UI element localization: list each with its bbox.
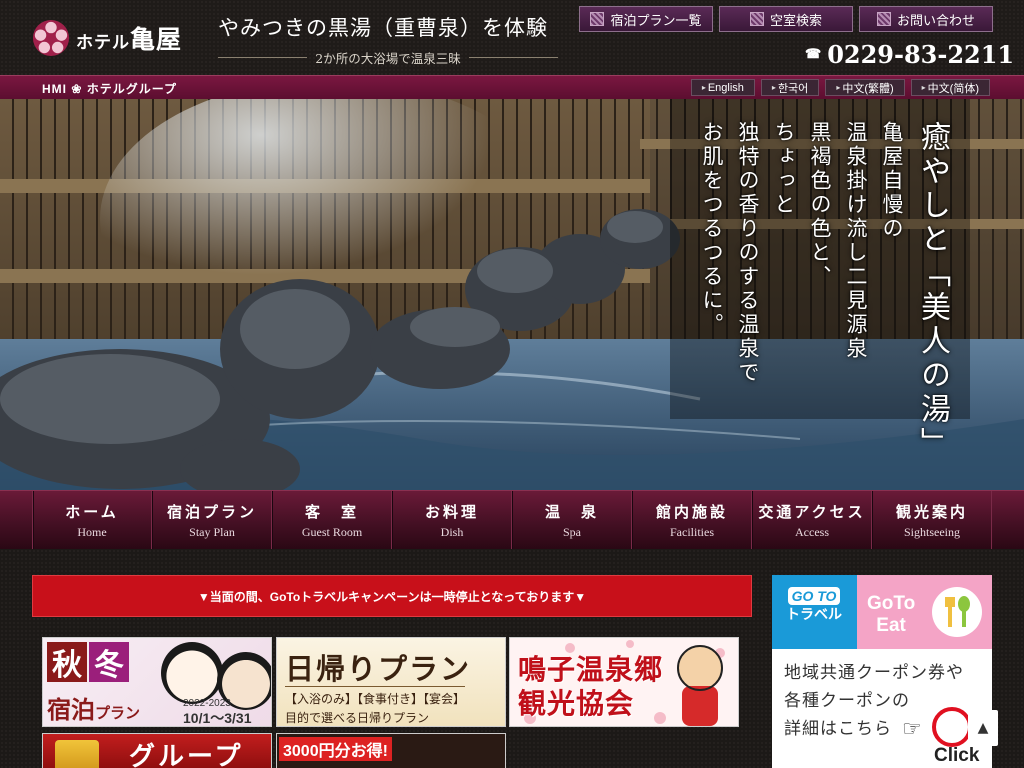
stay-plan-list-button[interactable]: 宿泊プラン一覧 bbox=[579, 6, 713, 32]
vacancy-search-button[interactable]: 空室検索 bbox=[719, 6, 853, 32]
page-top-button[interactable]: ▲ bbox=[968, 710, 998, 746]
pattern-icon bbox=[749, 12, 764, 26]
kokeshi-doll-image bbox=[161, 642, 223, 704]
nav-home[interactable]: ホーム Home bbox=[32, 491, 152, 549]
hotel-logo[interactable]: ホテル亀屋 bbox=[32, 18, 204, 58]
goto-eat-logo: GoTo Eat bbox=[857, 575, 992, 649]
hero-copy-line: 独特の香りのする温泉で bbox=[736, 121, 760, 385]
day-trip-plan-banner[interactable]: 日帰りプラン 【入浴のみ】【食事付き】【宴会】 目的で選べる日帰りプラン bbox=[276, 637, 506, 727]
banner-char-autumn: 秋 bbox=[47, 642, 87, 683]
hero-copy-line: ちょっと bbox=[772, 121, 796, 217]
pointing-hand-icon: ☞ bbox=[902, 717, 922, 742]
tagline-sub: 2か所の大浴場で温泉三昧 bbox=[218, 48, 558, 67]
site-header: ホテル亀屋 やみつきの黒湯（重曹泉）を体験 2か所の大浴場で温泉三昧 宿泊プラン… bbox=[0, 0, 1024, 75]
nav-facilities[interactable]: 館内施設 Facilities bbox=[632, 491, 752, 549]
goto-travel-logo: GO TO トラベル bbox=[772, 575, 857, 649]
pattern-icon bbox=[876, 12, 891, 26]
banner-plan-label: 宿泊プラン bbox=[47, 695, 141, 724]
hero-copy-line: 癒やしと「美人の湯」 bbox=[915, 121, 950, 461]
main-nav: ホーム Home 宿泊プラン Stay Plan 客 室 Guest Room お料理… bbox=[0, 490, 1024, 549]
beer-glass-icon bbox=[55, 740, 99, 768]
coupon-plan-title: 3000円分お得! bbox=[279, 737, 392, 761]
day-trip-title: 日帰りプラン bbox=[285, 652, 472, 686]
lang-korean[interactable]: 한국어 bbox=[760, 79, 820, 96]
divider bbox=[285, 686, 465, 687]
autumn-winter-plan-banner[interactable]: 秋 冬 宿泊プラン 2022-2023 10/1～3/31 bbox=[42, 637, 272, 727]
tagline-main: やみつきの黒湯（重曹泉）を体験 bbox=[218, 16, 548, 40]
hero-copy: 癒やしと「美人の湯」 亀屋自慢の 温泉掛け流し二見源泉 黒褐色の色と、 ちょっと… bbox=[698, 121, 950, 490]
phone-number[interactable]: ☎ 0229-83-2211 bbox=[805, 40, 1014, 69]
lang-english[interactable]: English bbox=[690, 79, 755, 96]
click-ring-icon bbox=[932, 707, 972, 747]
flower-crest-icon bbox=[32, 19, 70, 57]
hero-copy-line: 亀屋自慢の bbox=[880, 121, 904, 241]
banner-date-range: 10/1～3/31 bbox=[183, 710, 252, 726]
nav-items: ホーム Home 宿泊プラン Stay Plan 客 室 Guest Room お料理… bbox=[32, 491, 992, 549]
nav-dish[interactable]: お料理 Dish bbox=[392, 491, 512, 549]
nav-stay-plan[interactable]: 宿泊プラン Stay Plan bbox=[152, 491, 272, 549]
tourism-title-line2: 観光協会 bbox=[518, 687, 635, 720]
group-plan-title: グループ bbox=[129, 742, 244, 768]
group-plan-banner[interactable]: グループ bbox=[42, 733, 272, 768]
hotel-group-link[interactable]: HMI ❀ ホテルグループ bbox=[42, 80, 177, 97]
lang-simplified-chinese[interactable]: 中文(简体) bbox=[910, 79, 990, 96]
group-bar: HMI ❀ ホテルグループ English 한국어 中文(繁體) 中文(简体) bbox=[0, 75, 1024, 99]
pattern-icon bbox=[590, 12, 605, 26]
lang-traditional-chinese[interactable]: 中文(繁體) bbox=[825, 79, 905, 96]
hero-copy-line: お肌をつるつるに。 bbox=[700, 121, 724, 337]
hotel-name: ホテル亀屋 bbox=[76, 25, 183, 54]
nav-access[interactable]: 交通アクセス Access bbox=[752, 491, 872, 549]
language-switcher: English 한국어 中文(繁體) 中文(简体) bbox=[690, 79, 990, 96]
hero-copy-line: 黒褐色の色と、 bbox=[808, 121, 832, 289]
banner-char-winter: 冬 bbox=[89, 642, 129, 683]
tagline-block: やみつきの黒湯（重曹泉）を体験 2か所の大浴場で温泉三昧 bbox=[218, 12, 558, 67]
nav-spa[interactable]: 温 泉 Spa bbox=[512, 491, 632, 549]
hero-onsen-image: 癒やしと「美人の湯」 亀屋自慢の 温泉掛け流し二見源泉 黒褐色の色と、 ちょっと… bbox=[0, 99, 1024, 490]
main-content: ▼当面の間、GoToトラベルキャンペーンは一時停止となっております▼ 秋 冬 宿… bbox=[0, 549, 1024, 768]
click-label: Click bbox=[934, 745, 980, 766]
header-buttons: 宿泊プラン一覧 空室検索 お問い合わせ bbox=[579, 6, 993, 32]
phone-icon: ☎ bbox=[805, 47, 822, 62]
hero-copy-line: 温泉掛け流し二見源泉 bbox=[844, 121, 868, 361]
fork-spoon-icon bbox=[932, 587, 982, 637]
day-trip-description: 目的で選べる日帰りプラン bbox=[285, 711, 430, 725]
coupon-plan-banner[interactable]: 3000円分お得! bbox=[276, 733, 506, 768]
divider bbox=[218, 57, 308, 58]
day-trip-options: 【入浴のみ】【食事付き】【宴会】 bbox=[285, 692, 466, 706]
goto-coupon-banner[interactable]: GO TO トラベル GoTo Eat 地域共通クーポン券や 各種クーポンの 詳細は… bbox=[772, 575, 992, 768]
nav-sightseeing[interactable]: 観光案内 Sightseeing bbox=[872, 491, 992, 549]
naruko-tourism-banner[interactable]: 鳴子温泉郷 観光協会 bbox=[509, 637, 739, 727]
contact-button[interactable]: お問い合わせ bbox=[859, 6, 993, 32]
divider bbox=[468, 57, 558, 58]
nav-guest-room[interactable]: 客 室 Guest Room bbox=[272, 491, 392, 549]
goto-suspension-notice[interactable]: ▼当面の間、GoToトラベルキャンペーンは一時停止となっております▼ bbox=[32, 575, 752, 617]
